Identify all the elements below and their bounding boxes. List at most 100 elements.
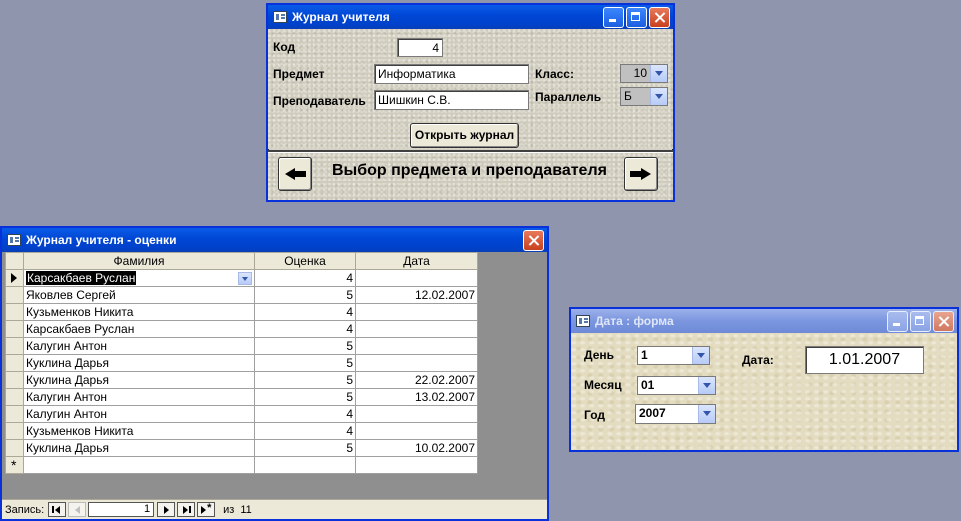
year-select[interactable]: 2007 xyxy=(635,404,716,424)
select-all-header[interactable] xyxy=(5,252,24,270)
current-record-field[interactable]: 1 xyxy=(88,502,155,517)
record-selector[interactable] xyxy=(5,303,24,321)
date-cell[interactable] xyxy=(355,303,478,321)
current-record-selector[interactable] xyxy=(5,269,24,287)
month-select[interactable]: 01 xyxy=(637,376,716,395)
surname-cell[interactable]: Куклина Дарья xyxy=(23,371,255,389)
journal-titlebar[interactable]: Журнал учителя xyxy=(268,5,673,29)
grade-cell[interactable]: 4 xyxy=(254,422,356,440)
maximize-button[interactable] xyxy=(910,310,931,332)
day-select[interactable]: 1 xyxy=(637,346,710,365)
date-cell[interactable]: 12.02.2007 xyxy=(355,286,478,304)
record-selector[interactable] xyxy=(5,405,24,423)
teacher-field[interactable]: Шишкин С.В. xyxy=(374,90,529,110)
record-selector[interactable] xyxy=(5,388,24,406)
table-row[interactable]: Куклина Дарья 5 xyxy=(5,354,478,372)
chevron-down-icon[interactable] xyxy=(650,88,667,105)
record-selector[interactable] xyxy=(5,337,24,355)
date-cell[interactable]: 10.02.2007 xyxy=(355,439,478,457)
subject-field[interactable]: Информатика xyxy=(374,64,529,84)
table-row[interactable]: Куклина Дарья 5 10.02.2007 xyxy=(5,439,478,457)
grade-cell[interactable]: 4 xyxy=(254,269,356,287)
minimize-button[interactable] xyxy=(603,6,624,28)
table-row[interactable]: Калугин Антон 5 13.02.2007 xyxy=(5,388,478,406)
record-selector[interactable] xyxy=(5,439,24,457)
minimize-button[interactable] xyxy=(887,310,908,332)
class-value: 10 xyxy=(633,66,647,80)
new-record-selector[interactable] xyxy=(5,456,24,474)
close-button[interactable] xyxy=(523,229,544,251)
last-record-button[interactable] xyxy=(177,502,196,517)
parallel-select[interactable]: Б xyxy=(620,87,668,106)
surname-cell[interactable]: Калугин Антон xyxy=(23,337,255,355)
chevron-down-icon[interactable] xyxy=(650,65,667,82)
maximize-button[interactable] xyxy=(626,6,647,28)
date-titlebar[interactable]: Дата : форма xyxy=(571,309,957,333)
close-button[interactable] xyxy=(649,6,670,28)
next-record-button[interactable] xyxy=(157,502,176,517)
empty-cell[interactable] xyxy=(355,456,478,474)
grade-cell[interactable]: 5 xyxy=(254,286,356,304)
record-selector[interactable] xyxy=(5,320,24,338)
grade-cell[interactable]: 4 xyxy=(254,320,356,338)
surname-cell[interactable]: Калугин Антон xyxy=(23,405,255,423)
grade-cell[interactable]: 4 xyxy=(254,303,356,321)
table-row[interactable]: Кузьменков Никита 4 xyxy=(5,303,478,321)
date-cell[interactable]: 22.02.2007 xyxy=(355,371,478,389)
grade-cell[interactable]: 5 xyxy=(254,354,356,372)
previous-record-button[interactable] xyxy=(68,502,87,517)
surname-cell[interactable]: Кузьменков Никита xyxy=(23,422,255,440)
surname-cell[interactable]: Калугин Антон xyxy=(23,388,255,406)
record-selector[interactable] xyxy=(5,354,24,372)
chevron-down-icon[interactable] xyxy=(698,377,715,394)
class-select[interactable]: 10 xyxy=(620,64,668,83)
grade-cell[interactable]: 5 xyxy=(254,439,356,457)
code-field[interactable]: 4 xyxy=(397,38,443,57)
record-selector[interactable] xyxy=(5,422,24,440)
table-row[interactable]: Карсакбаев Руслан 4 xyxy=(5,320,478,338)
column-header[interactable]: Оценка xyxy=(254,252,356,270)
chevron-down-icon[interactable] xyxy=(698,405,715,423)
date-cell[interactable] xyxy=(355,422,478,440)
new-record-row[interactable] xyxy=(5,456,478,474)
empty-cell[interactable] xyxy=(254,456,356,474)
date-cell[interactable] xyxy=(355,269,478,287)
close-button[interactable] xyxy=(933,310,954,332)
empty-cell[interactable] xyxy=(23,456,255,474)
surname-cell[interactable]: Куклина Дарья xyxy=(23,354,255,372)
journal-window: Журнал учителя Код 4 Предмет Информатика… xyxy=(266,3,675,202)
grade-cell[interactable]: 5 xyxy=(254,337,356,355)
surname-cell[interactable]: Кузьменков Никита xyxy=(23,303,255,321)
table-row[interactable]: Куклина Дарья 5 22.02.2007 xyxy=(5,371,478,389)
chevron-down-icon[interactable] xyxy=(238,271,252,285)
first-record-button[interactable] xyxy=(48,502,67,517)
surname-cell[interactable]: Яковлев Сергей xyxy=(23,286,255,304)
grade-cell[interactable]: 5 xyxy=(254,371,356,389)
open-journal-button[interactable]: Открыть журнал xyxy=(410,123,519,148)
grades-titlebar[interactable]: Журнал учителя - оценки xyxy=(2,228,547,252)
surname-cell[interactable]: Куклина Дарья xyxy=(23,439,255,457)
surname-cell[interactable]: Карсакбаев Руслан xyxy=(23,320,255,338)
surname-value[interactable]: Карсакбаев Руслан xyxy=(26,271,137,285)
new-record-button[interactable] xyxy=(197,502,216,517)
column-header[interactable]: Фамилия xyxy=(23,252,255,270)
date-cell[interactable]: 13.02.2007 xyxy=(355,388,478,406)
table-row[interactable]: Карсакбаев Руслан 4 xyxy=(5,269,478,287)
chevron-down-icon[interactable] xyxy=(692,347,709,364)
next-arrow-button[interactable] xyxy=(624,157,658,191)
prev-arrow-button[interactable] xyxy=(278,157,312,191)
surname-cell[interactable]: Карсакбаев Руслан xyxy=(23,269,255,287)
date-cell[interactable] xyxy=(355,320,478,338)
grade-cell[interactable]: 5 xyxy=(254,388,356,406)
table-row[interactable]: Кузьменков Никита 4 xyxy=(5,422,478,440)
date-cell[interactable] xyxy=(355,354,478,372)
table-row[interactable]: Калугин Антон 5 xyxy=(5,337,478,355)
column-header[interactable]: Дата xyxy=(355,252,478,270)
date-cell[interactable] xyxy=(355,337,478,355)
grade-cell[interactable]: 4 xyxy=(254,405,356,423)
table-row[interactable]: Калугин Антон 4 xyxy=(5,405,478,423)
table-row[interactable]: Яковлев Сергей 5 12.02.2007 xyxy=(5,286,478,304)
date-cell[interactable] xyxy=(355,405,478,423)
record-selector[interactable] xyxy=(5,371,24,389)
record-selector[interactable] xyxy=(5,286,24,304)
